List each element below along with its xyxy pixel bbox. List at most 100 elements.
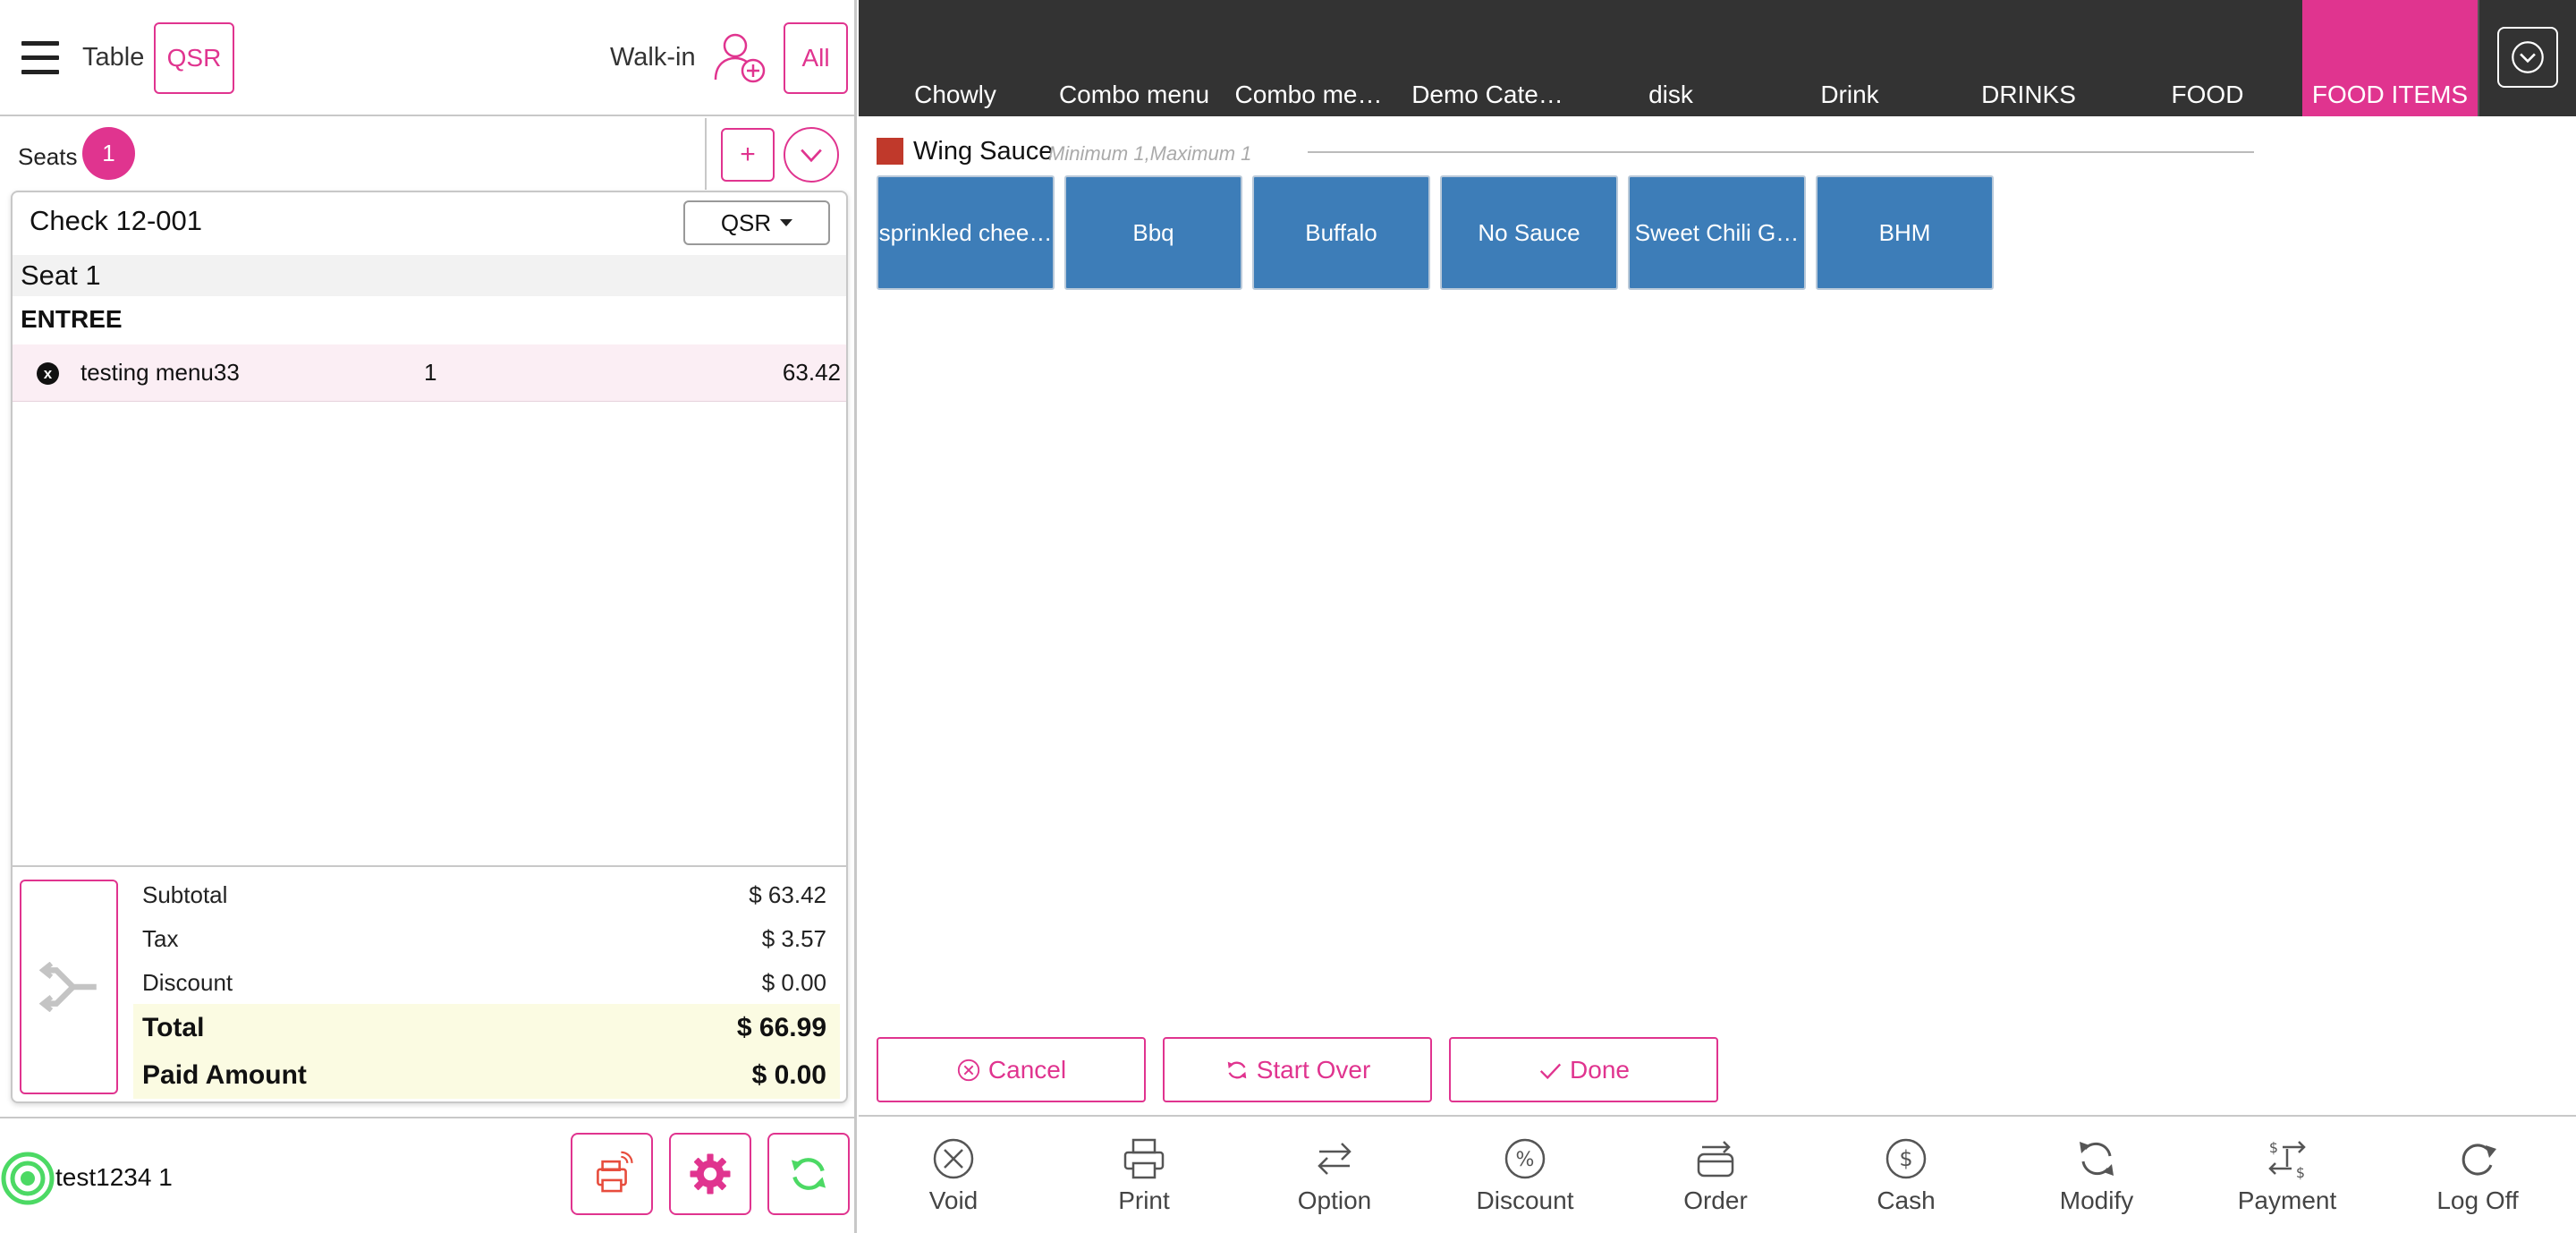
seats-label: Seats xyxy=(18,143,78,170)
category-tab[interactable]: Combo menu xyxy=(1045,0,1224,116)
expand-seats-button[interactable] xyxy=(784,127,839,183)
category-tab[interactable]: FOOD ITEMS xyxy=(2302,0,2478,116)
modifier-option-button[interactable]: BHM xyxy=(1816,175,1994,290)
category-tab[interactable]: FOOD xyxy=(2118,0,2297,116)
printer-icon xyxy=(1123,1138,1165,1179)
void-icon xyxy=(933,1138,974,1179)
tax-label: Tax xyxy=(142,925,179,952)
seat-count-badge[interactable]: 1 xyxy=(82,127,135,180)
check-panel: Check 12-001 QSR Seat 1 ENTREE x testing… xyxy=(11,191,848,1103)
order-icon xyxy=(1697,1141,1734,1178)
order-type-bar: Table QSR Walk-in All xyxy=(0,0,857,116)
category-tab[interactable]: Demo Cate… xyxy=(1398,0,1577,116)
menu-icon[interactable] xyxy=(21,41,59,77)
connection-status-icon xyxy=(1,1152,55,1205)
modifier-group-name: Wing Sauce xyxy=(913,137,1054,166)
option-button[interactable]: Option xyxy=(1254,1136,1415,1226)
category-expand-button[interactable] xyxy=(2497,27,2558,88)
order-type-value: QSR xyxy=(720,208,772,236)
qsr-mode-button[interactable]: QSR xyxy=(154,22,234,94)
modifier-option-button[interactable]: Sweet Chili G… xyxy=(1628,175,1806,290)
seat-header[interactable]: Seat 1 xyxy=(13,255,846,296)
paid-amount-value: $ 0.00 xyxy=(751,1060,826,1090)
add-seat-button[interactable]: + xyxy=(721,128,775,182)
chevron-down-circle-icon xyxy=(2512,41,2544,73)
caret-down-icon xyxy=(780,219,793,226)
total-row: Total $ 66.99 xyxy=(133,1004,840,1051)
modifier-group-rule: Minimum 1,Maximum 1 xyxy=(1048,142,1252,165)
print-label: Print xyxy=(1118,1186,1170,1214)
void-button[interactable]: Void xyxy=(873,1136,1034,1226)
cancel-button[interactable]: Cancel xyxy=(877,1037,1146,1102)
action-toolbar: Void Print Option % Discount Order $ Cas… xyxy=(859,1115,2576,1233)
tax-value: $ 3.57 xyxy=(761,925,826,952)
all-filter-button[interactable]: All xyxy=(784,22,848,94)
swap-arrows-icon xyxy=(1318,1143,1352,1175)
divider xyxy=(1308,151,2254,153)
category-tab[interactable]: Drink xyxy=(1760,0,1939,116)
item-price: 63.42 xyxy=(782,359,841,386)
start-over-label: Start Over xyxy=(1256,1055,1371,1084)
table-mode-label[interactable]: Table xyxy=(82,43,144,72)
order-panel: Table QSR Walk-in All Seats 1 + Check 12… xyxy=(0,0,857,1233)
start-over-button[interactable]: Start Over xyxy=(1163,1037,1432,1102)
void-label: Void xyxy=(928,1186,979,1214)
modifier-option-button[interactable]: sprinkled chee… xyxy=(877,175,1055,290)
modifier-option-button[interactable]: No Sauce xyxy=(1440,175,1618,290)
totals-section: Subtotal $ 63.42 Tax $ 3.57 Discount $ 0… xyxy=(13,865,846,1101)
payment-button[interactable]: $ $ Payment xyxy=(2207,1136,2368,1226)
order-label: Order xyxy=(1683,1186,1748,1214)
settings-button[interactable] xyxy=(669,1133,751,1215)
split-icon xyxy=(39,962,97,1012)
cash-label: Cash xyxy=(1877,1186,1936,1214)
split-check-button[interactable] xyxy=(20,880,118,1094)
order-item-row[interactable]: x testing menu33 1 63.42 xyxy=(13,344,846,402)
printer-status-button[interactable] xyxy=(571,1133,653,1215)
modify-label: Modify xyxy=(2059,1186,2134,1214)
course-label: ENTREE xyxy=(21,305,123,333)
category-tab[interactable]: Chowly xyxy=(866,0,1045,116)
modifier-group-color xyxy=(877,138,903,165)
discount-row: Discount $ 0.00 xyxy=(133,969,840,999)
done-button[interactable]: Done xyxy=(1449,1037,1718,1102)
tax-row: Tax $ 3.57 xyxy=(133,925,840,956)
cancel-label: Cancel xyxy=(987,1055,1067,1084)
discount-label: Discount xyxy=(1476,1186,1574,1214)
payment-label: Payment xyxy=(2237,1186,2337,1214)
subtotal-value: $ 63.42 xyxy=(749,881,826,908)
menu-panel: Chowly Combo menu Combo me… Demo Cate… d… xyxy=(859,0,2576,1233)
discount-icon: % xyxy=(1504,1138,1546,1179)
status-bar: test1234 1 xyxy=(0,1117,857,1233)
category-tab[interactable]: DRINKS xyxy=(1939,0,2118,116)
sync-button[interactable] xyxy=(767,1133,850,1215)
discount-label: Discount xyxy=(142,969,233,996)
walkin-label: Walk-in xyxy=(610,43,696,72)
item-name: testing menu33 xyxy=(80,359,240,386)
svg-text:$: $ xyxy=(2296,1164,2305,1181)
log-off-icon xyxy=(2462,1144,2496,1176)
remove-item-icon[interactable]: x xyxy=(37,362,59,385)
user-label: test1234 1 xyxy=(55,1163,173,1191)
subtotal-row: Subtotal $ 63.42 xyxy=(133,881,840,912)
paid-amount-row: Paid Amount $ 0.00 xyxy=(133,1051,840,1099)
modifier-option-button[interactable]: Bbq xyxy=(1064,175,1242,290)
payment-transfer-icon: $ $ xyxy=(2268,1139,2306,1181)
category-tab[interactable]: Combo me… xyxy=(1219,0,1398,116)
print-button[interactable]: Print xyxy=(1063,1136,1224,1226)
cash-button[interactable]: $ Cash xyxy=(1826,1136,1987,1226)
modifier-option-button[interactable]: Buffalo xyxy=(1252,175,1430,290)
log-off-button[interactable]: Log Off xyxy=(2397,1136,2558,1226)
category-tab[interactable]: disk xyxy=(1581,0,1760,116)
divider xyxy=(705,118,707,190)
add-customer-icon[interactable] xyxy=(712,30,769,87)
done-label: Done xyxy=(1570,1055,1630,1084)
svg-text:$: $ xyxy=(1899,1146,1912,1171)
discount-button[interactable]: % Discount xyxy=(1445,1136,1606,1226)
order-type-dropdown[interactable]: QSR xyxy=(683,200,830,245)
log-off-label: Log Off xyxy=(2436,1186,2519,1214)
order-button[interactable]: Order xyxy=(1635,1136,1796,1226)
modify-button[interactable]: Modify xyxy=(2016,1136,2177,1226)
item-quantity: 1 xyxy=(424,359,437,386)
check-title: Check 12-001 xyxy=(30,205,203,236)
chevron-down-icon xyxy=(801,149,822,163)
